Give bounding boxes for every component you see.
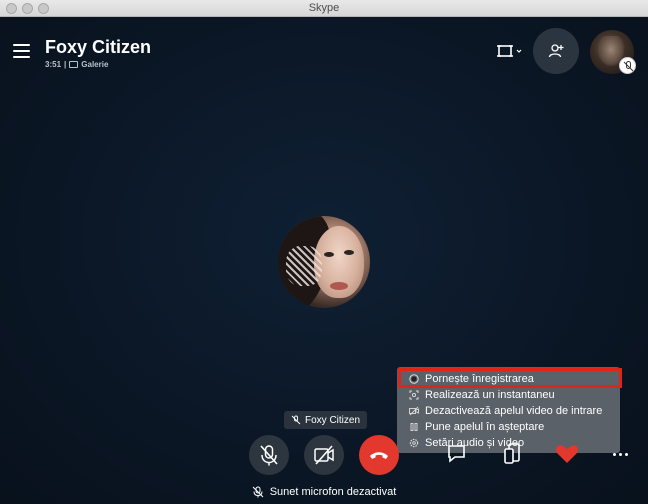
camera-off-icon — [314, 445, 334, 465]
separator: | — [64, 60, 67, 69]
menu-item-take-snapshot[interactable]: Realizează un instantaneu — [409, 388, 555, 402]
gallery-icon — [69, 61, 79, 68]
more-options-button[interactable] — [607, 441, 633, 467]
participant-name: Foxy Citizen — [305, 414, 361, 426]
mic-muted-icon — [252, 486, 264, 498]
call-contact-name: Foxy Citizen — [45, 37, 152, 57]
chat-button[interactable] — [444, 441, 470, 467]
status-bar: Sunet microfon dezactivat — [0, 486, 648, 498]
layout-icon[interactable] — [495, 41, 525, 61]
menu-item-label: Pune apelul în așteptare — [425, 421, 545, 433]
mic-muted-icon — [291, 415, 301, 425]
call-duration: 3:51 — [45, 60, 62, 69]
menu-item-label: Dezactivează apelul video de intrare — [425, 405, 603, 417]
window-title: Skype — [308, 2, 340, 14]
highlight-box — [398, 368, 622, 388]
menu-item-label: Realizează un instantaneu — [425, 389, 555, 401]
call-info: 3:51 | Galerie — [45, 60, 108, 69]
heart-icon — [555, 445, 579, 463]
mic-muted-icon — [619, 57, 636, 74]
menu-item-hold-call[interactable]: Pune apelul în așteptare — [409, 420, 544, 434]
add-participant-icon — [548, 44, 564, 58]
status-text: Sunet microfon dezactivat — [269, 486, 397, 498]
window-titlebar: Skype — [0, 0, 648, 17]
gear-icon — [409, 438, 419, 448]
menu-icon[interactable] — [13, 44, 30, 58]
mute-microphone-button[interactable] — [249, 435, 289, 475]
reaction-button[interactable] — [554, 441, 580, 467]
remote-participant-avatar — [278, 216, 370, 308]
chat-icon — [448, 445, 465, 463]
share-screen-icon — [504, 443, 520, 464]
view-mode[interactable]: Galerie — [81, 60, 108, 69]
menu-item-disable-incoming-video[interactable]: Dezactivează apelul video de intrare — [409, 404, 602, 418]
camera-toggle-button[interactable] — [304, 435, 344, 475]
hold-icon — [409, 422, 419, 432]
mic-muted-icon — [260, 445, 278, 466]
share-screen-button[interactable] — [500, 441, 526, 467]
snapshot-icon — [409, 390, 419, 400]
add-participant-button[interactable] — [533, 28, 579, 74]
video-off-icon — [409, 406, 419, 416]
hang-up-icon — [370, 452, 388, 459]
hang-up-button[interactable] — [359, 435, 399, 475]
participant-name-label: Foxy Citizen — [284, 411, 368, 429]
